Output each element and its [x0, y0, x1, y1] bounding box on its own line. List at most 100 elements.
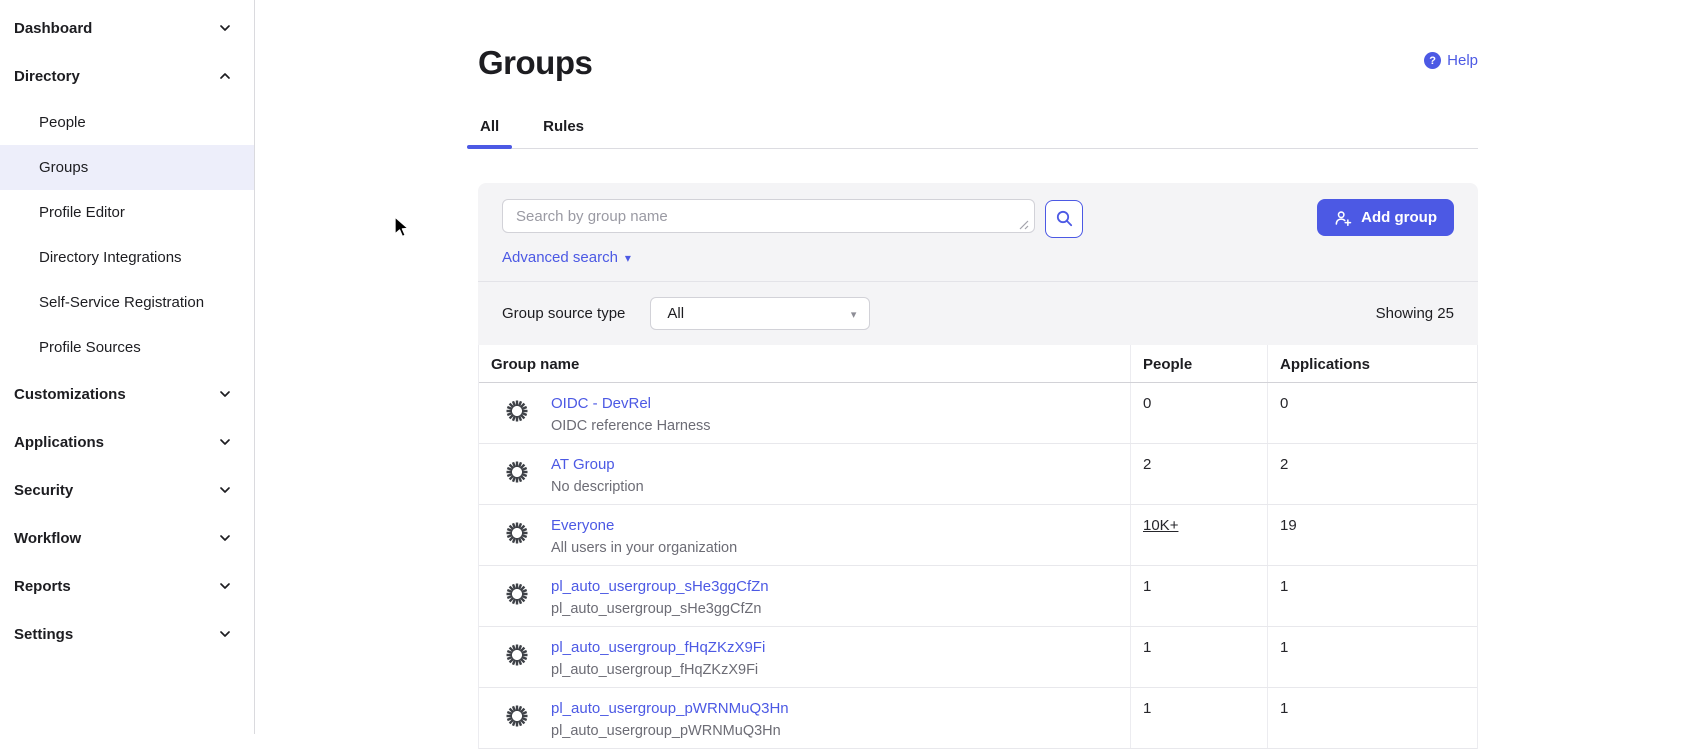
group-icon: [504, 581, 530, 607]
sidebar-item-self-service-registration[interactable]: Self-Service Registration: [0, 280, 254, 325]
tab-rules[interactable]: Rules: [541, 118, 586, 148]
select-value: All: [667, 305, 684, 322]
sidebar-item-reports[interactable]: Reports: [0, 562, 254, 610]
chevron-down-icon: [218, 531, 232, 545]
main-area: ? Help Groups All Rules: [256, 0, 1687, 734]
filter-panel: Advanced search Add group Group so: [478, 183, 1478, 345]
table-row: AT Group No description 2 2: [479, 444, 1477, 505]
sidebar-item-label: Groups: [39, 159, 88, 176]
sidebar-item-directory-integrations[interactable]: Directory Integrations: [0, 235, 254, 280]
group-description: No description: [551, 479, 644, 495]
group-name-link[interactable]: OIDC - DevRel: [551, 395, 711, 412]
group-icon: [504, 398, 530, 424]
table-header-row: Group name People Applications: [479, 345, 1477, 383]
group-name-link[interactable]: pl_auto_usergroup_sHe3ggCfZn: [551, 578, 769, 595]
sidebar-item-label: Workflow: [14, 530, 81, 547]
sidebar-item-label: Reports: [14, 578, 71, 595]
sidebar-item-profile-editor[interactable]: Profile Editor: [0, 190, 254, 235]
sidebar-item-settings[interactable]: Settings: [0, 610, 254, 658]
add-group-button[interactable]: Add group: [1317, 199, 1454, 236]
sidebar-item-label: Profile Sources: [39, 339, 141, 356]
sidebar-item-label: Dashboard: [14, 20, 92, 37]
chevron-up-icon: [218, 69, 232, 83]
group-description: All users in your organization: [551, 540, 737, 556]
sidebar: Dashboard Directory People Groups Profil…: [0, 0, 255, 734]
tab-label: All: [480, 118, 499, 135]
caret-down-icon: [851, 305, 857, 322]
sidebar-item-label: People: [39, 114, 86, 131]
applications-count: 0: [1268, 383, 1477, 443]
showing-count: Showing 25: [1376, 305, 1454, 322]
column-header-people: People: [1131, 345, 1268, 382]
sidebar-item-customizations[interactable]: Customizations: [0, 370, 254, 418]
table-row: pl_auto_usergroup_fHqZKzX9Fi pl_auto_use…: [479, 627, 1477, 688]
group-icon: [504, 459, 530, 485]
sidebar-item-people[interactable]: People: [0, 100, 254, 145]
sidebar-item-workflow[interactable]: Workflow: [0, 514, 254, 562]
chevron-down-icon: [218, 387, 232, 401]
table-row: pl_auto_usergroup_pWRNMuQ3Hn pl_auto_use…: [479, 688, 1477, 749]
table-row: Everyone All users in your organization …: [479, 505, 1477, 566]
tab-label: Rules: [543, 118, 584, 135]
group-name-link[interactable]: pl_auto_usergroup_fHqZKzX9Fi: [551, 639, 765, 656]
group-description: pl_auto_usergroup_sHe3ggCfZn: [551, 601, 769, 617]
sidebar-item-label: Self-Service Registration: [39, 294, 204, 311]
sidebar-item-label: Directory Integrations: [39, 249, 182, 266]
sidebar-item-label: Applications: [14, 434, 104, 451]
group-icon: [504, 520, 530, 546]
group-source-type-select[interactable]: All: [650, 297, 870, 330]
sidebar-item-dashboard[interactable]: Dashboard: [0, 4, 254, 52]
help-label: Help: [1447, 52, 1478, 69]
group-icon: [504, 642, 530, 668]
applications-count: 1: [1268, 688, 1477, 748]
sidebar-item-label: Settings: [14, 626, 73, 643]
group-description: pl_auto_usergroup_fHqZKzX9Fi: [551, 662, 765, 678]
sidebar-item-directory[interactable]: Directory: [0, 52, 254, 100]
table-row: OIDC - DevRel OIDC reference Harness 0 0: [479, 383, 1477, 444]
chevron-down-icon: [218, 483, 232, 497]
group-name-link[interactable]: Everyone: [551, 517, 737, 534]
add-user-icon: [1334, 209, 1352, 227]
applications-count: 2: [1268, 444, 1477, 504]
column-header-group-name: Group name: [479, 345, 1131, 382]
advanced-search-link[interactable]: Advanced search: [502, 249, 1083, 281]
help-link[interactable]: ? Help: [1424, 52, 1478, 69]
sidebar-item-groups[interactable]: Groups: [0, 145, 254, 190]
tab-all[interactable]: All: [478, 118, 501, 148]
people-count: 0: [1131, 383, 1268, 443]
advanced-search-label: Advanced search: [502, 249, 618, 266]
search-input[interactable]: [502, 199, 1035, 233]
group-description: OIDC reference Harness: [551, 418, 711, 434]
sidebar-item-profile-sources[interactable]: Profile Sources: [0, 325, 254, 370]
group-description: pl_auto_usergroup_pWRNMuQ3Hn: [551, 723, 789, 739]
applications-count: 1: [1268, 566, 1477, 626]
caret-down-icon: [625, 249, 631, 266]
group-icon: [504, 703, 530, 729]
page-title: Groups: [478, 44, 1478, 82]
sidebar-item-security[interactable]: Security: [0, 466, 254, 514]
groups-table: Group name People Applications OIDC - De…: [478, 345, 1478, 749]
sidebar-item-label: Security: [14, 482, 73, 499]
applications-count: 1: [1268, 627, 1477, 687]
people-count: 2: [1131, 444, 1268, 504]
search-button[interactable]: [1045, 200, 1083, 238]
column-header-applications: Applications: [1268, 345, 1477, 382]
group-name-link[interactable]: AT Group: [551, 456, 644, 473]
sidebar-item-label: Customizations: [14, 386, 126, 403]
chevron-down-icon: [218, 435, 232, 449]
people-count: 1: [1131, 688, 1268, 748]
sidebar-item-label: Profile Editor: [39, 204, 125, 221]
people-count: 1: [1131, 627, 1268, 687]
question-mark-icon: ?: [1424, 52, 1441, 69]
search-icon: [1055, 209, 1074, 228]
people-count: 10K+: [1131, 505, 1268, 565]
group-source-type-label: Group source type: [502, 305, 625, 322]
applications-count: 19: [1268, 505, 1477, 565]
sidebar-item-label: Directory: [14, 68, 80, 85]
sidebar-item-applications[interactable]: Applications: [0, 418, 254, 466]
chevron-down-icon: [218, 579, 232, 593]
group-name-link[interactable]: pl_auto_usergroup_pWRNMuQ3Hn: [551, 700, 789, 717]
add-group-label: Add group: [1361, 209, 1437, 226]
people-count: 1: [1131, 566, 1268, 626]
table-row: pl_auto_usergroup_sHe3ggCfZn pl_auto_use…: [479, 566, 1477, 627]
